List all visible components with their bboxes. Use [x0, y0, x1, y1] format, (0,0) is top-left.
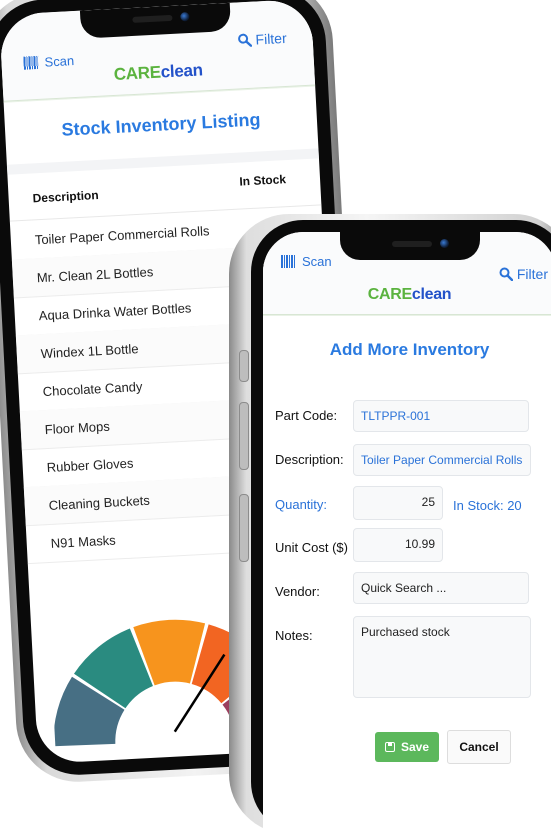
part-code-label: Part Code: [275, 408, 338, 423]
unit-cost-label: Unit Cost ($) [275, 540, 348, 555]
description-input[interactable]: Toiler Paper Commercial Rolls [353, 444, 531, 476]
logo-clean: clean [411, 286, 452, 303]
brand-logo: CAREclean [263, 286, 551, 304]
row-description: Toiler Paper Commercial Rolls [34, 223, 210, 248]
volume-down-button [239, 494, 249, 562]
column-in-stock: In Stock [239, 172, 287, 189]
row-description: Chocolate Candy [42, 378, 143, 400]
part-code-input[interactable]: TLTPPR-001 [353, 400, 529, 432]
cancel-button[interactable]: Cancel [447, 730, 511, 764]
camera-icon [439, 239, 449, 248]
row-description: Rubber Gloves [46, 455, 134, 476]
in-stock-readout: In Stock: 20 [453, 498, 522, 513]
page-title: Stock Inventory Listing [61, 109, 261, 140]
row-description: Windex 1L Bottle [40, 341, 139, 362]
barcode-icon [23, 55, 39, 70]
in-stock-value: 20 [507, 498, 522, 513]
barcode-icon [281, 255, 296, 268]
column-description: Description [32, 187, 99, 206]
notes-label: Notes: [275, 628, 313, 643]
scan-label: Scan [302, 254, 332, 269]
quantity-label: Quantity: [275, 497, 328, 512]
description-label: Description: [275, 452, 344, 467]
logo-clean: clean [160, 60, 204, 82]
mute-switch [239, 350, 249, 382]
floppy-disk-icon [384, 742, 395, 752]
search-icon [499, 267, 513, 281]
row-description: N91 Masks [50, 532, 117, 551]
page-title: Add More Inventory [329, 340, 490, 359]
scan-button[interactable]: Scan [281, 254, 332, 269]
in-stock-label: In Stock: [453, 498, 504, 513]
save-label: Save [400, 740, 430, 754]
row-description: Aqua Drinka Water Bottles [38, 300, 192, 324]
row-description: Floor Mops [44, 418, 111, 438]
filter-label: Filter [255, 29, 288, 48]
notes-textarea[interactable]: Purchased stock [353, 616, 531, 698]
phone-form: Scan Filter CAREclean Add More Inventory… [229, 214, 551, 834]
vendor-placeholder: Quick Search ... [361, 581, 447, 595]
cancel-label: Cancel [459, 740, 499, 754]
logo-care: CARE [113, 62, 162, 84]
filter-label: Filter [516, 266, 548, 282]
vendor-label: Vendor: [275, 584, 320, 599]
unit-cost-input[interactable]: 10.99 [353, 528, 443, 562]
logo-care: CARE [367, 286, 412, 303]
row-description: Mr. Clean 2L Bottles [36, 264, 154, 286]
search-icon [237, 33, 252, 47]
save-button[interactable]: Save [375, 732, 439, 762]
camera-icon [180, 11, 190, 22]
quantity-input[interactable]: 25 [353, 486, 443, 520]
row-description: Cleaning Buckets [48, 492, 151, 513]
form-screen: Scan Filter CAREclean Add More Inventory… [263, 232, 551, 834]
vendor-select[interactable]: Quick Search ... [353, 572, 529, 604]
phone-notch [339, 232, 480, 260]
filter-button[interactable]: Filter [499, 266, 548, 282]
volume-up-button [239, 402, 249, 470]
filter-button[interactable]: Filter [237, 30, 287, 49]
